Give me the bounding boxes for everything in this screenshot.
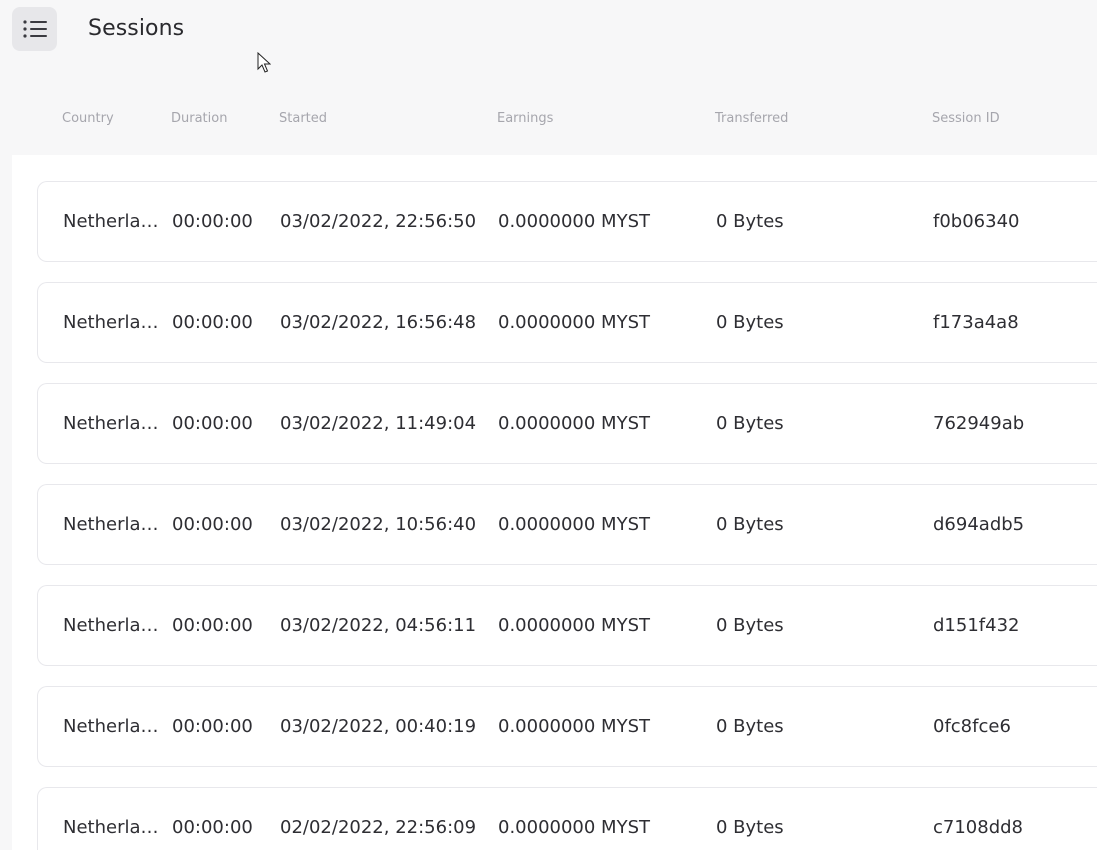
cell-started: 03/02/2022, 16:56:48: [280, 312, 477, 333]
cell-earnings: 0.0000000 MYST: [498, 211, 651, 232]
table-header: Country Duration Started Earnings Transf…: [0, 100, 1097, 140]
cell-country: Netherlands: [63, 211, 167, 232]
cell-session-id: d151f432: [933, 615, 1020, 636]
column-header-session-id[interactable]: Session ID: [932, 111, 1000, 126]
cell-session-id: f173a4a8: [933, 312, 1019, 333]
cell-earnings: 0.0000000 MYST: [498, 817, 651, 838]
cell-started: 03/02/2022, 10:56:40: [280, 514, 477, 535]
cell-country: Netherlands: [63, 716, 167, 737]
cell-country: Netherlands: [63, 817, 167, 838]
table-row[interactable]: Netherlands 00:00:00 03/02/2022, 10:56:4…: [37, 484, 1097, 565]
cell-duration: 00:00:00: [172, 312, 253, 333]
column-header-transferred[interactable]: Transferred: [715, 111, 788, 126]
cell-transferred: 0 Bytes: [716, 211, 784, 232]
page-title: Sessions: [88, 16, 185, 41]
menu-toggle-button[interactable]: [12, 7, 57, 51]
column-header-country[interactable]: Country: [62, 111, 114, 126]
cell-transferred: 0 Bytes: [716, 514, 784, 535]
sessions-list: Netherlands 00:00:00 03/02/2022, 22:56:5…: [37, 181, 1097, 850]
cell-duration: 00:00:00: [172, 514, 253, 535]
table-row[interactable]: Netherlands 00:00:00 03/02/2022, 16:56:4…: [37, 282, 1097, 363]
cell-session-id: c7108dd8: [933, 817, 1024, 838]
cell-started: 03/02/2022, 22:56:50: [280, 211, 477, 232]
cell-transferred: 0 Bytes: [716, 413, 784, 434]
cell-transferred: 0 Bytes: [716, 817, 784, 838]
sessions-page: Sessions Country Duration Started Earnin…: [0, 0, 1097, 850]
table-row[interactable]: Netherlands 00:00:00 03/02/2022, 04:56:1…: [37, 585, 1097, 666]
cell-earnings: 0.0000000 MYST: [498, 615, 651, 636]
cell-earnings: 0.0000000 MYST: [498, 413, 651, 434]
cell-session-id: 0fc8fce6: [933, 716, 1011, 737]
cell-duration: 00:00:00: [172, 615, 253, 636]
sessions-list-panel: Netherlands 00:00:00 03/02/2022, 22:56:5…: [12, 155, 1097, 850]
cell-started: 03/02/2022, 00:40:19: [280, 716, 477, 737]
cell-country: Netherlands: [63, 615, 167, 636]
cell-started: 02/02/2022, 22:56:09: [280, 817, 477, 838]
cell-earnings: 0.0000000 MYST: [498, 312, 651, 333]
cell-duration: 00:00:00: [172, 716, 253, 737]
table-row[interactable]: Netherlands 00:00:00 03/02/2022, 11:49:0…: [37, 383, 1097, 464]
cell-started: 03/02/2022, 04:56:11: [280, 615, 477, 636]
cell-earnings: 0.0000000 MYST: [498, 514, 651, 535]
column-header-started[interactable]: Started: [279, 111, 327, 126]
cell-duration: 00:00:00: [172, 817, 253, 838]
cell-duration: 00:00:00: [172, 211, 253, 232]
cell-country: Netherlands: [63, 514, 167, 535]
cell-country: Netherlands: [63, 312, 167, 333]
cell-session-id: d694adb5: [933, 514, 1025, 535]
cell-earnings: 0.0000000 MYST: [498, 716, 651, 737]
list-icon: [22, 20, 47, 38]
cell-session-id: 762949ab: [933, 413, 1025, 434]
cell-transferred: 0 Bytes: [716, 615, 784, 636]
cell-transferred: 0 Bytes: [716, 716, 784, 737]
table-row[interactable]: Netherlands 00:00:00 03/02/2022, 22:56:5…: [37, 181, 1097, 262]
column-header-duration[interactable]: Duration: [171, 111, 227, 126]
table-row[interactable]: Netherlands 00:00:00 03/02/2022, 00:40:1…: [37, 686, 1097, 767]
cell-started: 03/02/2022, 11:49:04: [280, 413, 477, 434]
table-row[interactable]: Netherlands 00:00:00 02/02/2022, 22:56:0…: [37, 787, 1097, 850]
cell-country: Netherlands: [63, 413, 167, 434]
cell-session-id: f0b06340: [933, 211, 1020, 232]
page-header: Sessions: [0, 0, 1097, 60]
cell-transferred: 0 Bytes: [716, 312, 784, 333]
column-header-earnings[interactable]: Earnings: [497, 111, 553, 126]
mouse-cursor-icon: [257, 52, 271, 73]
cell-duration: 00:00:00: [172, 413, 253, 434]
